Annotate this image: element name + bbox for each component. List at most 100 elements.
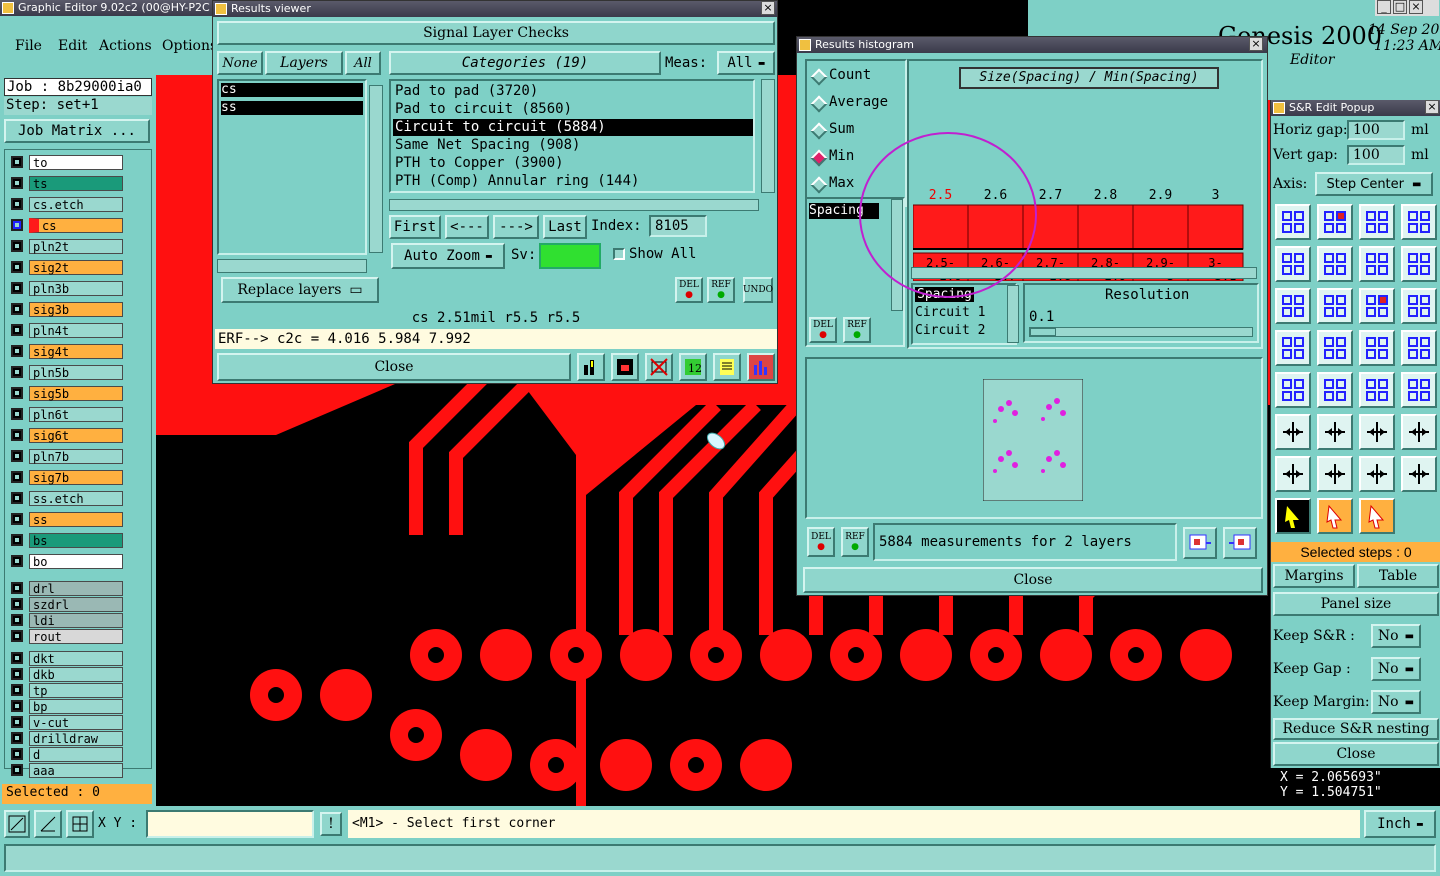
option-radio[interactable] bbox=[810, 122, 828, 140]
center-h-icon[interactable] bbox=[1359, 456, 1395, 492]
sv-color-select[interactable] bbox=[539, 243, 601, 269]
sr-close-button[interactable]: Close bbox=[1273, 742, 1439, 766]
layer-row[interactable]: cs.etch bbox=[7, 196, 123, 212]
zoom-fit-button[interactable] bbox=[4, 810, 30, 838]
layer-row[interactable]: d bbox=[7, 746, 123, 762]
array-red-icon[interactable] bbox=[1317, 204, 1353, 240]
last-button[interactable]: Last bbox=[543, 215, 587, 239]
tool-icon-1[interactable] bbox=[577, 353, 605, 381]
layer-row[interactable]: sig6t bbox=[7, 427, 123, 443]
spread-3-icon[interactable] bbox=[1359, 372, 1395, 408]
resolution-slider[interactable] bbox=[1029, 327, 1253, 337]
layer-checkbox[interactable] bbox=[11, 614, 23, 626]
layer-checkbox[interactable] bbox=[11, 748, 23, 760]
horiz-gap-input[interactable]: 100 bbox=[1347, 120, 1405, 140]
layer-row[interactable]: tp bbox=[7, 682, 123, 698]
layer-row[interactable]: sig7b bbox=[7, 469, 123, 485]
layer-checkbox[interactable] bbox=[11, 764, 23, 776]
tool-icon-3[interactable] bbox=[645, 353, 673, 381]
layer-checkbox[interactable] bbox=[11, 345, 23, 357]
layer-row[interactable]: pln4t bbox=[7, 322, 123, 338]
gap-v-icon[interactable] bbox=[1317, 456, 1353, 492]
layer-checkbox[interactable] bbox=[11, 156, 23, 168]
layer-checkbox[interactable] bbox=[11, 387, 23, 399]
layer-row[interactable]: rout bbox=[7, 628, 123, 644]
layer-checkbox[interactable] bbox=[11, 366, 23, 378]
category-item[interactable]: PTH to Copper (3900) bbox=[393, 155, 753, 172]
option-radio[interactable] bbox=[810, 95, 828, 113]
import-icon-button[interactable] bbox=[1223, 527, 1257, 559]
category-item[interactable]: Same Net Spacing (908) bbox=[393, 137, 753, 154]
table-button[interactable]: Table bbox=[1357, 564, 1439, 588]
layer-row[interactable]: sig2t bbox=[7, 259, 123, 275]
layer-row[interactable]: bp bbox=[7, 698, 123, 714]
option-radio[interactable] bbox=[810, 68, 828, 86]
layer-checkbox[interactable] bbox=[11, 555, 23, 567]
meas-select[interactable]: All ▬ bbox=[717, 51, 775, 75]
align-top-edge-icon[interactable] bbox=[1359, 414, 1395, 450]
layer-checkbox[interactable] bbox=[11, 240, 23, 252]
layer-checkbox[interactable] bbox=[11, 582, 23, 594]
xy-input[interactable] bbox=[146, 810, 314, 838]
layer-row[interactable]: szdrl bbox=[7, 596, 123, 612]
layer-checkbox[interactable] bbox=[11, 534, 23, 546]
export-icon-button[interactable] bbox=[1183, 527, 1217, 559]
histogram-toggle-button[interactable] bbox=[747, 353, 775, 381]
align-right-icon[interactable] bbox=[1401, 288, 1437, 324]
undo-button[interactable]: UNDO bbox=[743, 277, 773, 303]
result-layer-cs[interactable]: cs bbox=[221, 83, 363, 97]
axis-select[interactable]: Step Center ▬ bbox=[1315, 172, 1433, 196]
series-circuit-2[interactable]: Circuit 2 bbox=[915, 323, 985, 338]
layer-row[interactable]: cs bbox=[7, 217, 123, 233]
layer-checkbox[interactable] bbox=[11, 177, 23, 189]
array-4x2-icon[interactable] bbox=[1401, 204, 1437, 240]
layer-checkbox[interactable] bbox=[11, 471, 23, 483]
job-matrix-button[interactable]: Job Matrix ... bbox=[4, 119, 150, 143]
layer-checkbox[interactable] bbox=[11, 429, 23, 441]
flip-h-icon[interactable] bbox=[1275, 288, 1311, 324]
layer-checkbox[interactable] bbox=[11, 732, 23, 744]
keep-margin-select[interactable]: No ▬ bbox=[1371, 690, 1421, 714]
show-all-checkbox[interactable] bbox=[613, 248, 625, 260]
layer-checkbox[interactable] bbox=[11, 513, 23, 525]
layer-row[interactable]: sig3b bbox=[7, 301, 123, 317]
layer-row[interactable]: pln5b bbox=[7, 364, 123, 380]
layer-row[interactable]: pln2t bbox=[7, 238, 123, 254]
layer-checkbox[interactable] bbox=[11, 198, 23, 210]
index-input[interactable]: 8105 bbox=[649, 215, 707, 237]
layer-row[interactable]: drl bbox=[7, 580, 123, 596]
keep-sr-select[interactable]: No ▬ bbox=[1371, 624, 1421, 648]
move-step-icon[interactable] bbox=[1275, 246, 1311, 282]
distribute-h-icon[interactable] bbox=[1359, 330, 1395, 366]
align-center-icon[interactable] bbox=[1317, 330, 1353, 366]
menu-edit[interactable]: Edit bbox=[58, 38, 87, 54]
category-hscroll[interactable] bbox=[389, 199, 759, 211]
ref-button[interactable]: REF ● bbox=[843, 317, 871, 343]
del-button[interactable]: DEL ● bbox=[807, 527, 835, 557]
all-button[interactable]: All bbox=[345, 51, 381, 75]
layer-checkbox[interactable] bbox=[11, 652, 23, 664]
maximize-icon[interactable]: □ bbox=[1393, 0, 1407, 14]
menu-options[interactable]: Options bbox=[162, 38, 217, 54]
option-radio[interactable] bbox=[810, 176, 828, 194]
ref-button[interactable]: REF ● bbox=[841, 527, 869, 557]
layer-checkbox[interactable] bbox=[11, 492, 23, 504]
prev-button[interactable]: <--- bbox=[445, 215, 489, 239]
rotate-step-icon[interactable] bbox=[1359, 246, 1395, 282]
first-button[interactable]: First bbox=[389, 215, 441, 239]
menu-actions[interactable]: Actions bbox=[99, 38, 152, 54]
layer-row[interactable]: ts bbox=[7, 175, 123, 191]
minimize-icon[interactable]: _ bbox=[1377, 0, 1391, 14]
replace-layers-button[interactable]: Replace layers ▭ bbox=[221, 277, 379, 303]
layer-row[interactable]: pln3b bbox=[7, 280, 123, 296]
distribute-v-icon[interactable] bbox=[1401, 330, 1437, 366]
measure-button[interactable] bbox=[34, 810, 62, 838]
layer-checkbox[interactable] bbox=[11, 630, 23, 642]
layer-row[interactable]: bo bbox=[7, 553, 123, 569]
result-layer-ss[interactable]: ss bbox=[221, 101, 363, 115]
next-button[interactable]: ---> bbox=[493, 215, 539, 239]
option-radio[interactable] bbox=[810, 149, 828, 167]
panel-size-button[interactable]: Panel size bbox=[1273, 592, 1439, 616]
reduce-nesting-button[interactable]: Reduce S&R nesting bbox=[1273, 718, 1439, 740]
menu-file[interactable]: File bbox=[15, 38, 42, 54]
